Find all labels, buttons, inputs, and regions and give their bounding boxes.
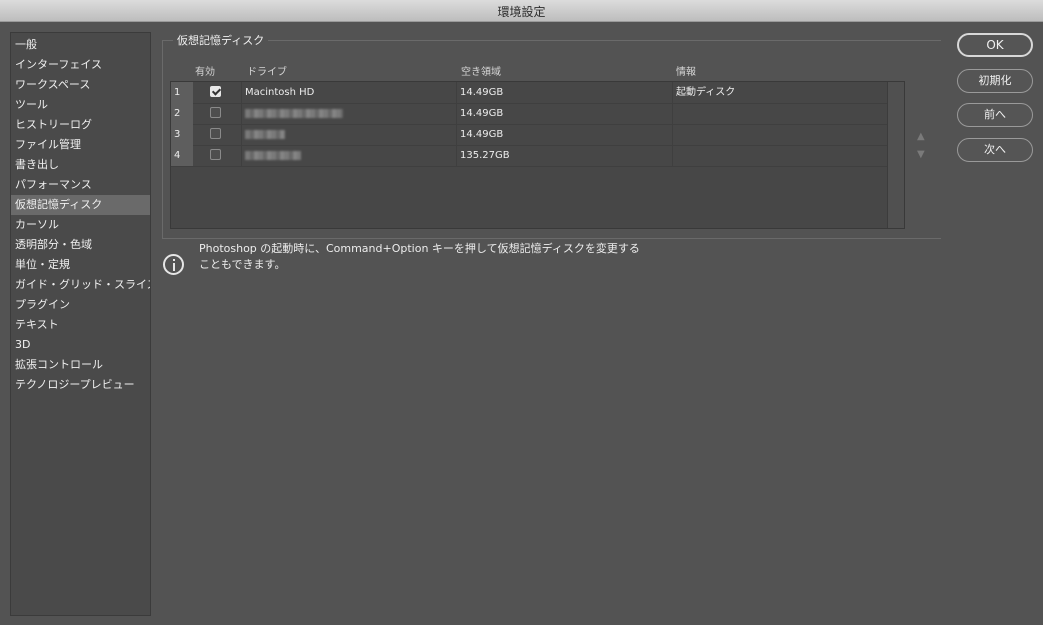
sidebar-item-guides-grid-slices[interactable]: ガイド・グリッド・スライス	[11, 275, 150, 295]
row-number: 3	[171, 124, 193, 145]
sidebar-item-file-handling[interactable]: ファイル管理	[11, 135, 150, 155]
enabled-checkbox[interactable]	[210, 128, 221, 139]
sidebar-item-enhanced-controls[interactable]: 拡張コントロール	[11, 355, 150, 375]
sidebar-item-units-rulers[interactable]: 単位・定規	[11, 255, 150, 275]
move-down-icon[interactable]: ▼	[917, 149, 925, 160]
sidebar-item-plugins[interactable]: プラグイン	[11, 295, 150, 315]
enabled-cell	[194, 82, 242, 103]
next-button[interactable]: 次へ	[957, 138, 1033, 162]
info-line-2: こともできます。	[199, 258, 286, 271]
sidebar-item-cursors[interactable]: カーソル	[11, 215, 150, 235]
table-header: 有効 ドライブ 空き領域 情報	[0, 63, 1043, 78]
window-title: 環境設定	[497, 5, 546, 19]
enabled-cell	[194, 124, 242, 145]
sidebar-item-workspace[interactable]: ワークスペース	[11, 75, 150, 95]
ok-button[interactable]: OK	[957, 33, 1033, 57]
sidebar-item-3d[interactable]: 3D	[11, 335, 150, 355]
info-line-1: Photoshop の起動時に、Command+Option キーを押して仮想記…	[199, 242, 640, 255]
column-header-free-space: 空き領域	[461, 67, 501, 78]
row-number: 2	[171, 103, 193, 124]
table-row[interactable]: 4 135.27GB	[171, 145, 889, 167]
free-space-cell: 135.27GB	[458, 145, 673, 166]
table-row[interactable]: 3 14.49GB	[171, 124, 889, 146]
blurred-drive-name	[245, 108, 343, 118]
sidebar-item-general[interactable]: 一般	[11, 35, 150, 55]
move-up-icon[interactable]: ▲	[917, 131, 925, 142]
row-number: 1	[171, 82, 193, 103]
prev-button[interactable]: 前へ	[957, 103, 1033, 127]
info-message: Photoshop の起動時に、Command+Option キーを押して仮想記…	[199, 241, 699, 273]
enabled-checkbox[interactable]	[210, 86, 221, 97]
enabled-checkbox[interactable]	[210, 107, 221, 118]
sidebar-item-performance[interactable]: パフォーマンス	[11, 175, 150, 195]
drive-name: Macintosh HD	[245, 87, 315, 98]
preferences-sidebar: 一般 インターフェイス ワークスペース ツール ヒストリーログ ファイル管理 書…	[10, 32, 151, 616]
free-space-cell: 14.49GB	[458, 103, 673, 124]
title-bar[interactable]: 環境設定	[0, 0, 1043, 22]
sidebar-item-transparency-gamut[interactable]: 透明部分・色域	[11, 235, 150, 255]
blurred-drive-name	[245, 129, 285, 139]
row-number: 4	[171, 145, 193, 166]
blurred-drive-name	[245, 150, 301, 160]
drive-cell: Macintosh HD	[243, 82, 457, 103]
info-cell	[674, 103, 889, 124]
sidebar-item-technology-previews[interactable]: テクノロジープレビュー	[11, 375, 150, 395]
free-space-cell: 14.49GB	[458, 124, 673, 145]
column-header-info: 情報	[676, 67, 696, 78]
drive-cell	[243, 103, 457, 124]
drive-cell	[243, 124, 457, 145]
column-header-drive: ドライブ	[247, 67, 287, 78]
table-scrollbar[interactable]	[887, 82, 904, 228]
sidebar-item-tools[interactable]: ツール	[11, 95, 150, 115]
free-space-cell: 14.49GB	[458, 82, 673, 103]
sidebar-item-type[interactable]: テキスト	[11, 315, 150, 335]
info-icon	[163, 254, 184, 275]
info-cell	[674, 124, 889, 145]
reset-button[interactable]: 初期化	[957, 69, 1033, 93]
table-row[interactable]: 2 14.49GB	[171, 103, 889, 125]
drive-cell	[243, 145, 457, 166]
sidebar-item-history-log[interactable]: ヒストリーログ	[11, 115, 150, 135]
table-row[interactable]: 1 Macintosh HD 14.49GB 起動ディスク	[171, 82, 889, 104]
preferences-window: 環境設定 一般 インターフェイス ワークスペース ツール ヒストリーログ ファイ…	[0, 0, 1043, 625]
sidebar-item-export[interactable]: 書き出し	[11, 155, 150, 175]
info-cell: 起動ディスク	[676, 87, 736, 98]
enabled-checkbox[interactable]	[210, 149, 221, 160]
info-cell	[674, 145, 889, 166]
sidebar-item-scratch-disks[interactable]: 仮想記憶ディスク	[11, 195, 150, 215]
section-title: 仮想記憶ディスク	[173, 32, 269, 48]
enabled-cell	[194, 103, 242, 124]
column-header-enabled: 有効	[195, 67, 215, 78]
enabled-cell	[194, 145, 242, 166]
scratch-disk-table: 1 Macintosh HD 14.49GB 起動ディスク 2 14.49GB …	[170, 81, 905, 229]
